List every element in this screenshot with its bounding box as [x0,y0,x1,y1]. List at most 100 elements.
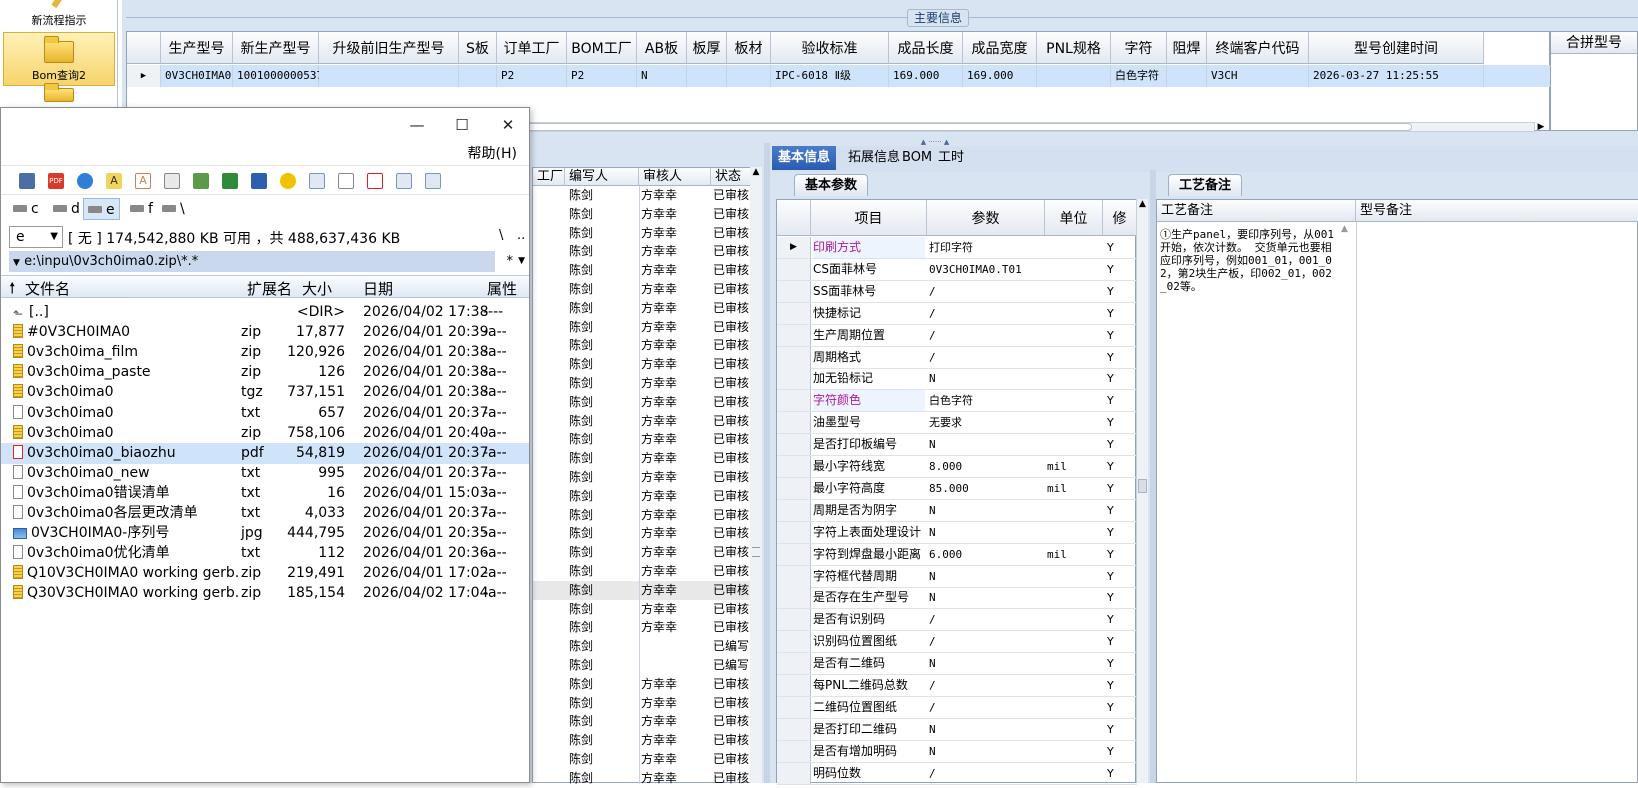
flow-col-header[interactable]: 审核人 [639,168,711,186]
flow-row[interactable]: 陈剑 方幸幸 已审核 [533,731,758,750]
image-icon[interactable] [396,173,412,189]
file-row[interactable]: 0V3CH0IMA0-序列号 jpg 444,795 2026/04/01 20:35… [1,523,529,544]
param-row[interactable]: 是否存在生产型号 N Y [777,587,1137,610]
text-a-icon[interactable]: A [135,173,151,189]
path-filter[interactable]: * [507,251,514,272]
flow-row[interactable]: 陈剑 方幸幸 已审核 [533,468,758,487]
header-date[interactable]: 日期 [363,278,393,299]
file-row[interactable]: 0v3ch0ima0 zip 758,106 2026/04/01 20:40 -a-- [1,423,529,444]
param-row[interactable]: SS面菲林号 / Y [777,280,1137,303]
print-icon[interactable] [164,173,180,189]
main-col-header[interactable]: BOM工厂 [567,32,637,64]
scroll-right-icon[interactable]: ▶ [1535,122,1547,132]
process-note-text[interactable]: ①生产panel，要印序列号，从001开始，依次计数。 交货单元也要相应印序列号… [1160,228,1338,293]
view-icon[interactable] [425,173,441,189]
param-row[interactable]: 每PNL二维码总数 / Y [777,675,1137,697]
row-selector[interactable] [777,434,811,456]
flow-list[interactable]: 工厂 编写人 审核人 状态 陈剑 方幸幸 已审核 陈剑 方幸幸 已审核 陈剑 方幸幸 已审核 陈剑 方幸幸已… [532,167,758,785]
file-row[interactable]: Q30V3CH0IMA0 working gerb.. zip 185,154 202… [1,583,529,604]
main-cell[interactable]: P2 [567,65,637,87]
row-selector[interactable]: ▶ [777,237,811,258]
main-col-header[interactable]: 终端客户代码 [1207,32,1309,64]
row-selector[interactable] [777,740,811,762]
row-selector[interactable] [777,346,811,368]
main-cell[interactable] [727,65,771,87]
file-row[interactable]: #0V3CH0IMA0 zip 17,877 2026/04/01 20:39 -a-- [1,322,529,343]
param-col-header[interactable]: 单位 [1045,200,1103,236]
param-row[interactable]: 周期格式 / Y [777,346,1137,369]
main-col-header[interactable]: S板 [459,32,497,64]
drive-d[interactable]: d [49,198,84,220]
row-selector[interactable] [777,675,811,696]
param-row[interactable]: 周期是否为阴字 N Y [777,499,1137,522]
main-col-header[interactable]: 型号创建时间 [1309,32,1484,64]
flow-row[interactable]: 陈剑 方幸幸 已审核 [533,318,758,337]
close-icon[interactable]: ✕ [493,114,523,136]
main-cell[interactable] [459,65,497,87]
file-row[interactable]: 0v3ch0ima0错误清单 txt 16 2026/04/01 15:03 -a-- [1,483,529,504]
drive-f[interactable]: f [126,198,157,220]
flow-row[interactable]: 陈剑 方幸幸 已审核 [533,299,758,318]
flow-row[interactable]: 陈剑 方幸幸 已审核 [533,336,758,355]
file-row[interactable]: 0v3ch0ima0优化清单 txt 112 2026/04/01 20:36 -a-- [1,543,529,564]
flow-list-scrollbar[interactable]: ▲ [750,167,762,783]
network-icon[interactable] [19,173,35,189]
main-col-header[interactable]: 板厚 [687,32,727,64]
drive-e[interactable]: e [83,198,120,220]
main-col-header[interactable]: 订单工厂 [497,32,567,64]
minimize-icon[interactable]: — [402,114,432,136]
basic-params-grid[interactable]: 项目 参数 单位修 ▶ 印刷方式 打印字符 Y CS面菲林号 0V3CH0IMA0.T01 Y SS… [776,199,1137,785]
maximize-icon[interactable]: ☐ [447,114,477,136]
flow-row[interactable]: 陈剑 方幸幸 已审核 [533,487,758,506]
main-col-header[interactable]: 生产型号 [161,32,233,64]
flow-row[interactable]: 陈剑 方幸幸 已审核 [533,675,758,694]
main-cell[interactable]: 0V3CH0IMA0 [161,65,233,87]
file-row[interactable]: 0v3ch0ima_paste zip 126 2026/04/01 20:38 -a-… [1,362,529,383]
file-row[interactable]: 0v3ch0ima0_new txt 995 2026/04/01 20:37 -a-- [1,463,529,484]
row-selector[interactable] [777,631,811,653]
document-icon[interactable] [338,173,354,189]
flow-row[interactable]: 陈剑 方幸幸 已审核 [533,205,758,224]
splitter-left[interactable] [764,143,770,783]
row-selector[interactable] [777,565,811,587]
main-col-header[interactable]: 升级前旧生产型号 [319,32,459,64]
shield-icon[interactable] [280,173,296,189]
row-selector[interactable] [777,609,811,631]
scroll-grip[interactable] [1138,479,1147,493]
flow-row[interactable]: 陈剑 方幸幸 已审核 [533,355,758,374]
row-selector[interactable] [777,324,811,346]
param-row[interactable]: ▶ 印刷方式 打印字符 Y [777,237,1137,259]
row-selector[interactable] [777,412,811,434]
font-a-icon[interactable]: A [106,173,122,189]
row-selector[interactable] [777,456,811,477]
drive-c[interactable]: c [9,198,43,220]
flow-row[interactable]: 陈剑 方幸幸 已审核 [533,449,758,468]
flow-row[interactable]: 陈剑 方幸幸 已审核 [533,524,758,543]
row-selector[interactable] [777,390,811,412]
file-row[interactable]: ⬑ [..] <DIR> 2026/04/02 17:38 ---- [1,302,529,323]
tab-basic[interactable]: 基本信息 [772,146,837,170]
param-row[interactable]: 是否有增加明码 N Y [777,740,1137,763]
param-row[interactable]: 加无铅标记 N Y [777,368,1137,391]
file-row[interactable]: 0v3ch0ima0_biaozhu pdf 54,819 2026/04/01 20… [1,442,529,464]
row-selector[interactable] [777,653,811,675]
param-row[interactable]: 是否有识别码 / Y [777,609,1137,632]
pdf-icon[interactable]: PDF [48,173,64,189]
param-row[interactable]: 二维码位置图纸 / Y [777,696,1137,719]
flow-row[interactable]: 陈剑 方幸幸 已审核 [533,712,758,731]
drive-select[interactable]: e ▼ [9,226,63,248]
header-ext[interactable]: 扩展名 [247,278,292,299]
sidebar-item-next[interactable] [3,83,115,108]
param-row[interactable]: 快捷标记 / Y [777,302,1137,325]
flow-row[interactable]: 陈剑 方幸幸 已审核 [533,562,758,581]
header-attr[interactable]: 属性 [487,278,517,299]
file-row[interactable]: Q10V3CH0IMA0 working gerb.. zip 219,491 202… [1,563,529,584]
param-row[interactable]: 字符颜色 白色字符 Y [777,390,1137,413]
main-cell[interactable] [1167,65,1207,87]
globe-icon[interactable] [77,173,93,189]
main-col-header[interactable]: 阻焊 [1167,32,1207,64]
row-selector[interactable]: ▶ [127,65,161,87]
acrobat-icon[interactable] [367,173,383,189]
window-icon[interactable] [309,173,325,189]
param-col-header[interactable]: 项目 [811,200,927,236]
